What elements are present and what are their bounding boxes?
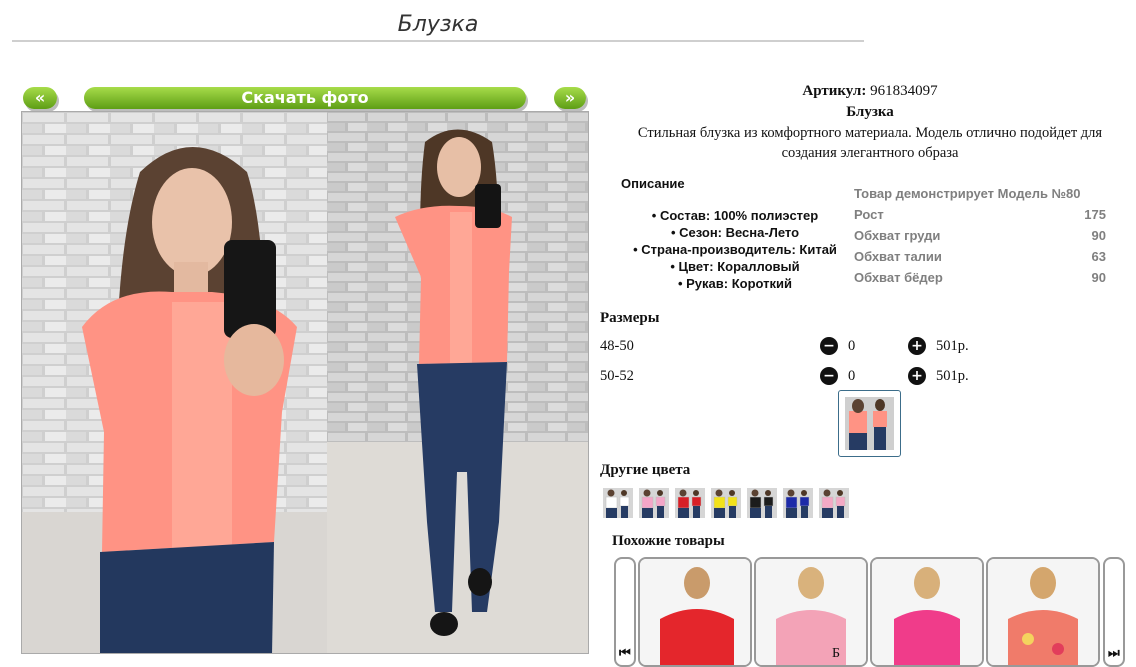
- minus-icon[interactable]: −: [820, 367, 838, 385]
- similar-prev-button[interactable]: ⏮: [614, 557, 636, 667]
- product-photo-full: [327, 112, 588, 653]
- color-swatches: [603, 488, 849, 518]
- color-swatch[interactable]: [639, 488, 669, 518]
- similar-item-card[interactable]: [638, 557, 752, 667]
- page-title: Блузка: [12, 8, 864, 42]
- gallery-next-button[interactable]: »: [554, 87, 586, 109]
- article-value: 961834097: [870, 83, 938, 99]
- model-info-row: Обхват груди 90: [854, 228, 1106, 243]
- size-price: 501р.: [936, 338, 969, 354]
- size-qty: 0: [848, 338, 856, 354]
- color-swatch[interactable]: [819, 488, 849, 518]
- product-name: Блузка: [846, 104, 894, 120]
- plus-icon[interactable]: +: [908, 337, 926, 355]
- size-label: 50-52: [600, 368, 634, 384]
- similar-item-card[interactable]: [754, 557, 868, 667]
- similar-next-button[interactable]: ⏭: [1103, 557, 1125, 667]
- description-item: • Рукав: Короткий: [677, 276, 793, 291]
- model-info-row: Обхват талии 63: [854, 249, 1106, 264]
- product-photo-closeup: [22, 112, 327, 653]
- model-info-table: Товар демонстрирует Модель №80 Рост 175 О…: [854, 183, 1106, 288]
- description-item: • Страна-производитель: Китай: [633, 242, 837, 257]
- color-swatch[interactable]: [711, 488, 741, 518]
- article-line: Артикул: 961834097: [610, 83, 1130, 100]
- plus-icon[interactable]: +: [908, 367, 926, 385]
- color-swatch[interactable]: [675, 488, 705, 518]
- size-row: 50-52 − 0 + 501р.: [600, 365, 1020, 387]
- similar-item-card[interactable]: [986, 557, 1100, 667]
- similar-item-card[interactable]: [870, 557, 984, 667]
- other-colors-heading: Другие цвета: [600, 462, 691, 478]
- download-photo-button[interactable]: Скачать фото: [84, 87, 526, 109]
- size-qty: 0: [848, 368, 856, 384]
- sizes-heading: Размеры: [600, 310, 660, 326]
- product-thumbnail[interactable]: [838, 390, 901, 457]
- gallery-prev-button[interactable]: «: [23, 87, 57, 109]
- model-info-heading: Товар демонстрирует Модель №80: [854, 186, 1081, 201]
- color-swatch[interactable]: [747, 488, 777, 518]
- description-item: • Сезон: Весна-Лето: [670, 225, 800, 240]
- description-heading: Описание: [621, 176, 685, 191]
- size-row: 48-50 − 0 + 501р.: [600, 335, 1020, 357]
- product-gallery[interactable]: [21, 111, 589, 654]
- model-info-row: Обхват бёдер 90: [854, 270, 1106, 285]
- article-label: Артикул:: [802, 83, 867, 99]
- product-description: Стильная блузка из комфортного материала…: [637, 125, 1103, 161]
- description-list: • Состав: 100% полиэстер • Сезон: Весна-…: [615, 207, 855, 292]
- description-item: • Состав: 100% полиэстер: [651, 208, 819, 223]
- size-price: 501р.: [936, 368, 969, 384]
- similar-caption: Б: [832, 646, 841, 661]
- color-swatch[interactable]: [603, 488, 633, 518]
- size-label: 48-50: [600, 338, 634, 354]
- minus-icon[interactable]: −: [820, 337, 838, 355]
- similar-heading: Похожие товары: [612, 533, 725, 549]
- color-swatch[interactable]: [783, 488, 813, 518]
- description-item: • Цвет: Коралловый: [670, 259, 800, 274]
- model-info-row: Рост 175: [854, 207, 1106, 222]
